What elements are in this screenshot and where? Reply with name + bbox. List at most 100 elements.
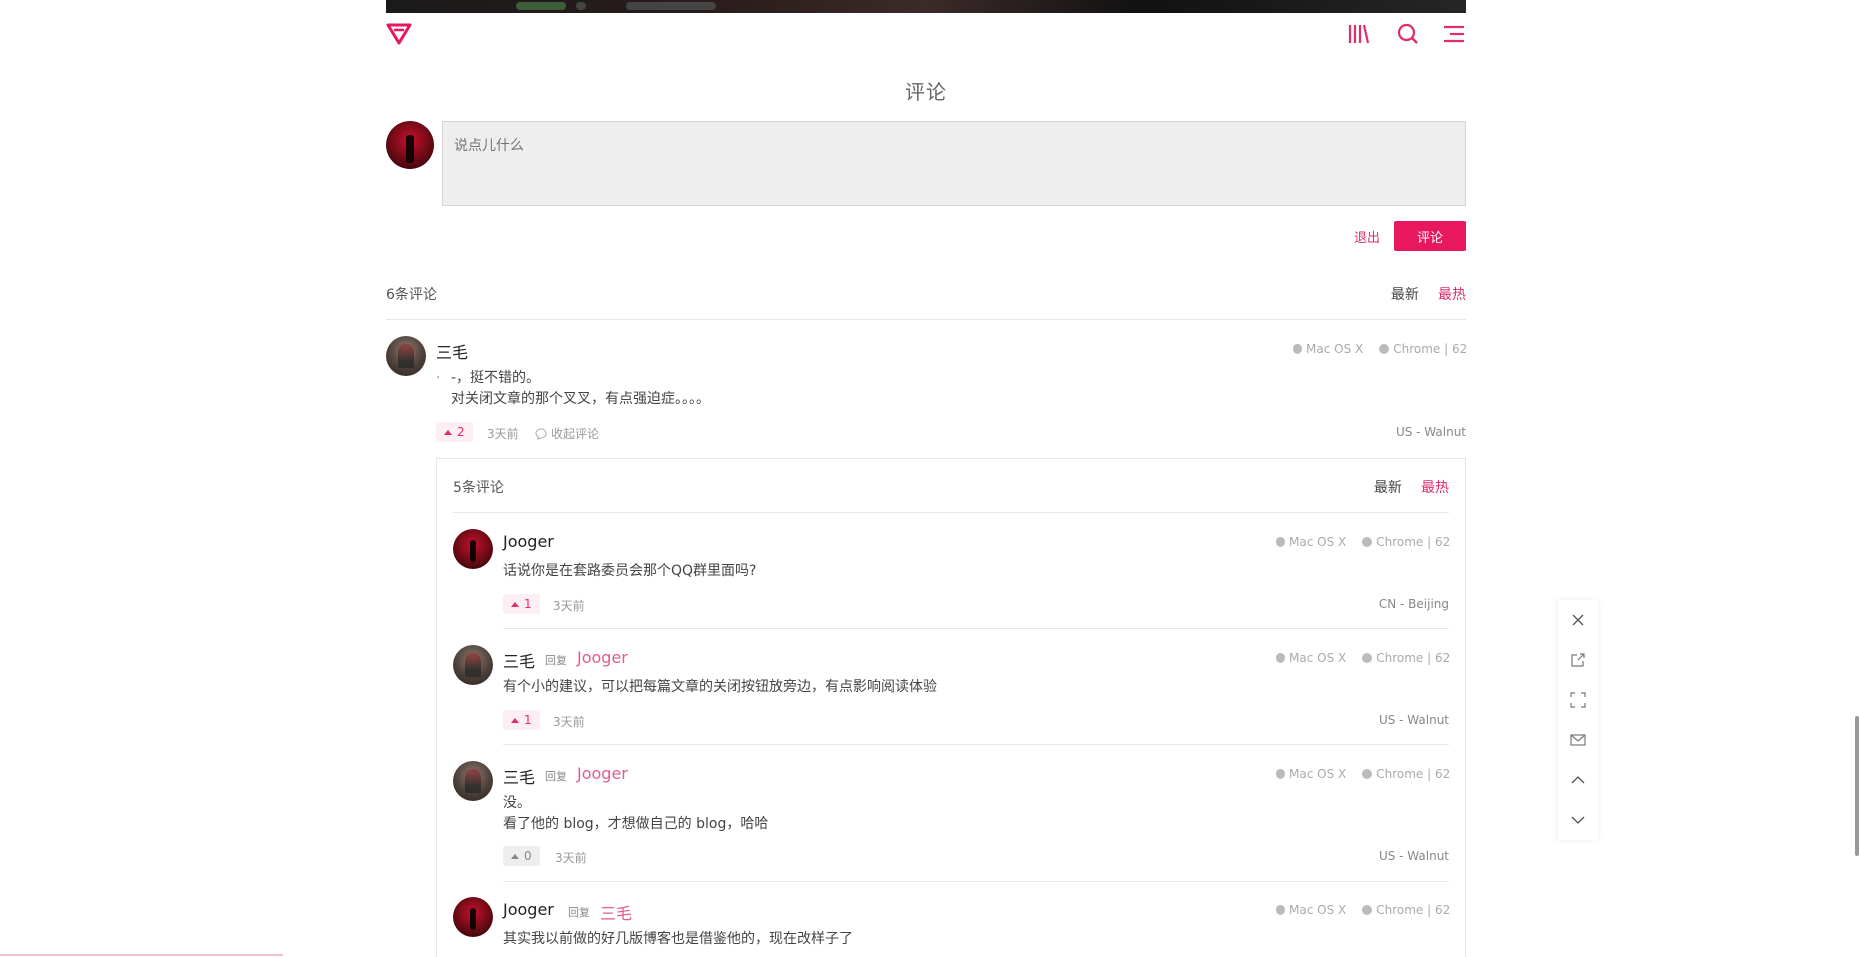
reply-to-user[interactable]: Jooger	[577, 648, 628, 667]
reply-time: 3天前	[555, 851, 587, 865]
reply-client-info: Mac OS X Chrome | 62	[1276, 767, 1450, 781]
apple-icon	[1276, 653, 1285, 663]
comment-author[interactable]: 三毛	[436, 339, 468, 363]
upvote-icon	[511, 601, 519, 607]
comments-count-row: 6条评论 最新 最热	[386, 284, 1466, 304]
close-icon	[1572, 614, 1584, 626]
os-label: Mac OS X	[1289, 903, 1347, 917]
avatar[interactable]	[453, 529, 493, 569]
like-button[interactable]: 0	[503, 846, 540, 866]
upvote-icon	[511, 853, 519, 859]
reply-location: US - Walnut	[1378, 713, 1449, 727]
replies-sort-options: 最新 最热	[1360, 477, 1449, 497]
replies-box	[436, 458, 1466, 957]
mail-button[interactable]	[1558, 720, 1598, 760]
reply-author[interactable]: Jooger	[503, 900, 554, 919]
avatar[interactable]	[386, 336, 426, 376]
reply-to-user[interactable]: Jooger	[577, 764, 628, 783]
comment-text-line: 对关闭文章的那个叉叉，有点强迫症。。。。	[451, 391, 710, 407]
like-count: 0	[524, 849, 532, 863]
reply-time: 3天前	[553, 599, 585, 613]
fullscreen-icon	[1570, 692, 1586, 708]
close-button[interactable]	[1558, 600, 1598, 640]
hero-image-strip	[386, 0, 1466, 13]
reply-author[interactable]: 三毛	[503, 648, 535, 672]
divider	[453, 512, 1449, 513]
apple-icon	[1276, 769, 1285, 779]
collapse-comments-link[interactable]: 收起评论	[535, 425, 599, 442]
floating-toolbar	[1558, 600, 1598, 840]
menu-icon[interactable]	[1442, 22, 1466, 46]
os-label: Mac OS X	[1289, 535, 1347, 549]
arrow-down-icon	[1571, 816, 1585, 824]
like-count: 1	[524, 713, 532, 727]
reply-author[interactable]: Jooger	[503, 532, 554, 551]
divider	[503, 881, 1449, 882]
collapse-label: 收起评论	[551, 427, 600, 441]
library-icon[interactable]	[1347, 22, 1371, 46]
chrome-icon	[1362, 653, 1373, 663]
reply-time: 3天前	[553, 715, 585, 729]
reply-client-info: Mac OS X Chrome | 62	[1276, 651, 1450, 665]
avatar[interactable]	[453, 761, 493, 801]
comments-title: 评论	[905, 80, 947, 104]
reply-client-info: Mac OS X Chrome | 62	[1276, 903, 1450, 917]
reply-location: US - Walnut	[1378, 849, 1449, 863]
chat-bubble-icon	[535, 427, 547, 440]
chrome-icon	[1362, 769, 1373, 779]
divider	[503, 744, 1449, 745]
browser-label: Chrome | 62	[1376, 535, 1451, 549]
browser-label: Chrome | 62	[1376, 767, 1451, 781]
sort-options: 最新 最热	[1377, 284, 1466, 304]
scrollbar-thumb[interactable]	[1855, 716, 1859, 856]
reading-progress-bar	[0, 954, 283, 956]
like-button[interactable]: 1	[503, 710, 540, 730]
comment-text-line: -，挺不错的。	[451, 370, 541, 386]
scroll-top-button[interactable]	[1558, 760, 1598, 800]
like-button[interactable]: 2	[436, 422, 473, 442]
replies-count-row: 5条评论 最新 最热	[453, 477, 1449, 497]
sort-newest[interactable]: 最新	[1391, 287, 1419, 303]
sort-hottest[interactable]: 最热	[1421, 480, 1449, 496]
scroll-bottom-button[interactable]	[1558, 800, 1598, 840]
apple-icon	[1276, 537, 1285, 547]
reply-tag: 回复	[545, 770, 567, 783]
reply-location: CN - Beijing	[1378, 597, 1449, 611]
submit-comment-button[interactable]: 评论	[1394, 221, 1466, 251]
comments-count: 6条评论	[386, 287, 437, 303]
os-label: Mac OS X	[1289, 767, 1347, 781]
fullscreen-button[interactable]	[1558, 680, 1598, 720]
chrome-icon	[1362, 905, 1373, 915]
reply-text-line: 没。	[503, 795, 531, 811]
browser-label: Chrome | 62	[1376, 651, 1451, 665]
mail-icon	[1570, 734, 1586, 746]
avatar[interactable]	[453, 645, 493, 685]
reply-text: 有个小的建议，可以把每篇文章的关闭按钮放旁边，有点影响阅读体验	[503, 679, 937, 695]
reply-to-user[interactable]: 三毛	[600, 900, 632, 924]
list-bullet: ·	[436, 370, 441, 386]
comment-location: US - Walnut	[1395, 425, 1466, 439]
current-user-avatar[interactable]	[386, 121, 434, 169]
reply-client-info: Mac OS X Chrome | 62	[1276, 535, 1450, 549]
browser-label: Chrome | 62	[1393, 342, 1468, 356]
sort-newest[interactable]: 最新	[1374, 480, 1402, 496]
reply-text-line: 看了他的 blog，才想做自己的 blog，哈哈	[503, 816, 769, 832]
arrow-up-icon	[1571, 776, 1585, 784]
comment-input[interactable]	[442, 121, 1466, 206]
upvote-icon	[444, 429, 452, 435]
heart-diamond-logo[interactable]	[386, 21, 412, 45]
reply-tag: 回复	[568, 906, 590, 919]
reply-text: 其实我以前做的好几版博客也是借鉴他的，现在改样子了	[503, 931, 853, 947]
like-count: 1	[524, 597, 532, 611]
divider	[503, 628, 1449, 629]
search-icon[interactable]	[1396, 22, 1420, 46]
like-count: 2	[457, 425, 465, 439]
logout-link[interactable]: 退出	[1354, 227, 1380, 246]
share-button[interactable]	[1558, 640, 1598, 680]
comment-client-info: Mac OS X Chrome | 62	[1293, 342, 1467, 356]
sort-hottest[interactable]: 最热	[1438, 287, 1466, 303]
reply-author[interactable]: 三毛	[503, 764, 535, 788]
reply-tag: 回复	[545, 654, 567, 667]
like-button[interactable]: 1	[503, 594, 540, 614]
avatar[interactable]	[453, 897, 493, 937]
